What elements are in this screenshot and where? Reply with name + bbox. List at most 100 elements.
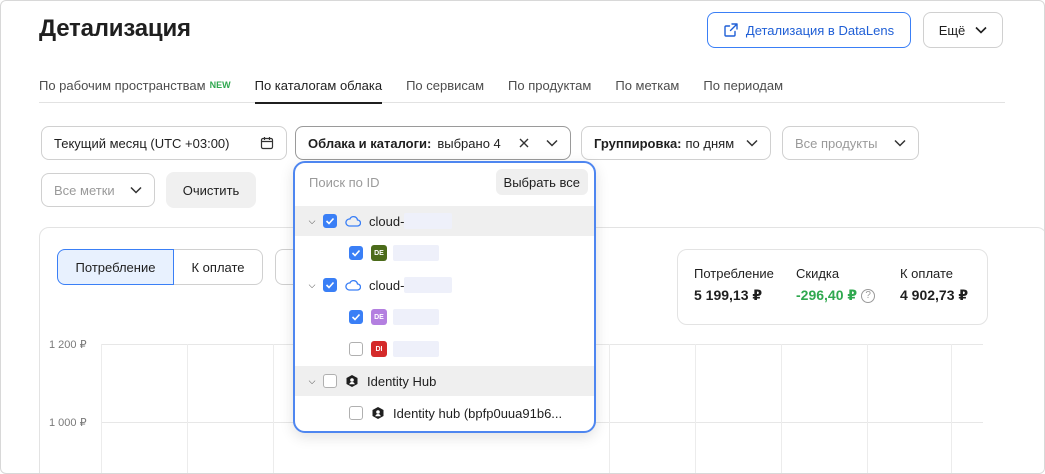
item-label: Identity Hub xyxy=(367,373,437,389)
tab-services[interactable]: По сервисам xyxy=(406,69,484,103)
identity-hub-icon xyxy=(346,375,358,387)
checkbox[interactable] xyxy=(323,374,337,388)
tab-products[interactable]: По продуктам xyxy=(508,69,591,103)
grid-line xyxy=(781,344,782,473)
dropdown-search[interactable]: Поиск по ID Выбрать все xyxy=(295,163,594,201)
grouping-value: по дням xyxy=(685,135,735,151)
chevron-down-icon[interactable]: ⌵ xyxy=(307,280,317,291)
redacted-id xyxy=(393,341,439,357)
summary-card: Потребление 5 199,13 ₽ Скидка -296,40 ₽ … xyxy=(677,249,988,325)
datalens-button-label: Детализация в DataLens xyxy=(745,22,895,38)
item-label: cloud- xyxy=(369,277,405,293)
checkbox[interactable] xyxy=(323,214,337,228)
clouds-catalogs-select[interactable]: Облака и каталоги: выбрано 4 xyxy=(295,126,571,160)
discount-row: -296,40 ₽ ? xyxy=(796,287,876,304)
redacted-id xyxy=(404,213,453,229)
tab-label: По сервисам xyxy=(406,78,485,93)
search-placeholder: Поиск по ID xyxy=(309,175,380,190)
list-item[interactable]: Identity hub (bpfp0uua91b6... xyxy=(295,398,594,428)
clouds-dropdown: Поиск по ID Выбрать все ⌵ cloud- DE ⌵ cl… xyxy=(293,161,596,433)
grid-line xyxy=(951,344,952,473)
help-icon[interactable]: ? xyxy=(861,288,876,303)
view-toggle: Потребление К оплате xyxy=(57,249,263,285)
to-pay-toggle[interactable]: К оплате xyxy=(174,249,263,285)
products-select[interactable]: Все продукты xyxy=(782,126,919,160)
discount-label: Скидка xyxy=(796,266,840,281)
datalens-details-button[interactable]: Детализация в DataLens xyxy=(707,12,911,48)
chevron-down-icon xyxy=(546,139,558,147)
folder-badge: DI xyxy=(371,341,387,357)
tabs-bar: По рабочим пространствам NEW По каталогам… xyxy=(39,69,1005,104)
to-pay-label: К оплате xyxy=(900,266,954,281)
grid-line xyxy=(695,344,696,473)
select-all-button[interactable]: Выбрать все xyxy=(495,169,588,195)
clear-filters-button[interactable]: Очистить xyxy=(166,172,256,208)
grid-line xyxy=(273,344,274,473)
calendar-icon xyxy=(260,137,274,150)
chevron-down-icon[interactable]: ⌵ xyxy=(307,216,317,227)
list-item[interactable]: ⌵ Identity Hub xyxy=(295,366,594,396)
grid-line xyxy=(101,344,102,473)
cloud-icon xyxy=(345,215,361,227)
to-pay-value: 4 902,73 ₽ xyxy=(900,287,969,303)
item-label: cloud- xyxy=(369,213,405,229)
grouping-label: Группировка: xyxy=(594,135,682,151)
checkbox[interactable] xyxy=(349,310,363,324)
list-item[interactable]: DE xyxy=(295,302,594,332)
list-item[interactable]: DI xyxy=(295,334,594,364)
redacted-id xyxy=(393,245,439,261)
summary-discount: Скидка -296,40 ₽ ? xyxy=(796,266,876,304)
checkbox[interactable] xyxy=(349,406,363,420)
chevron-down-icon xyxy=(975,26,987,34)
tab-workspaces[interactable]: По рабочим пространствам NEW xyxy=(39,69,231,103)
tab-label: По продуктам xyxy=(508,78,592,93)
tab-label: По меткам xyxy=(615,78,680,93)
page-title: Детализация xyxy=(39,15,191,42)
checkbox[interactable] xyxy=(349,342,363,356)
list-item[interactable]: DE xyxy=(295,238,594,268)
grid-line xyxy=(609,344,610,473)
labels-select[interactable]: Все метки xyxy=(41,173,155,207)
consumption-toggle[interactable]: Потребление xyxy=(57,249,174,285)
grouping-select[interactable]: Группировка: по дням xyxy=(581,126,771,160)
labels-placeholder: Все метки xyxy=(54,182,115,198)
more-button-label: Ещё xyxy=(938,22,966,38)
chevron-down-icon[interactable]: ⌵ xyxy=(307,376,317,387)
chevron-down-icon xyxy=(130,186,142,194)
tab-periods[interactable]: По периодам xyxy=(703,69,783,103)
discount-value: -296,40 ₽ xyxy=(796,287,858,303)
y-tick-label: 1 000 ₽ xyxy=(49,417,87,429)
clouds-value: выбрано 4 xyxy=(437,135,501,151)
folder-badge: DE xyxy=(371,309,387,325)
redacted-id xyxy=(393,309,439,325)
chevron-down-icon xyxy=(894,139,906,147)
chevron-down-icon xyxy=(746,139,758,147)
products-placeholder: Все продукты xyxy=(795,135,878,151)
consumption-label: Потребление xyxy=(694,266,774,281)
y-tick-label: 1 200 ₽ xyxy=(49,339,87,351)
folder-badge: DE xyxy=(371,245,387,261)
summary-to-pay: К оплате 4 902,73 ₽ xyxy=(900,266,968,304)
period-select[interactable]: Текущий месяц (UTC +03:00) xyxy=(41,126,287,160)
list-item[interactable]: ⌵ cloud- xyxy=(295,270,594,300)
tab-label: По каталогам облака xyxy=(254,78,383,93)
checkbox[interactable] xyxy=(323,278,337,292)
tab-label: По периодам xyxy=(703,78,784,93)
summary-consumption: Потребление 5 199,13 ₽ xyxy=(694,266,774,304)
tab-cloud-catalogs[interactable]: По каталогам облака xyxy=(254,69,383,104)
tab-labels[interactable]: По меткам xyxy=(615,69,679,103)
clear-icon[interactable] xyxy=(518,137,530,149)
grid-line xyxy=(867,344,868,473)
redacted-id xyxy=(404,277,453,293)
period-value: Текущий месяц (UTC +03:00) xyxy=(54,135,230,151)
checkbox[interactable] xyxy=(349,246,363,260)
consumption-value: 5 199,13 ₽ xyxy=(694,287,763,303)
more-button[interactable]: Ещё xyxy=(923,12,1003,48)
billing-details-page: Детализация Детализация в DataLens Ещё П… xyxy=(0,0,1045,474)
external-link-icon xyxy=(724,23,738,37)
list-item[interactable]: ⌵ cloud- xyxy=(295,206,594,236)
tab-label: По рабочим пространствам xyxy=(39,78,206,93)
clouds-label: Облака и каталоги: xyxy=(308,135,432,151)
identity-hub-icon xyxy=(372,407,384,419)
grid-line xyxy=(187,344,188,473)
